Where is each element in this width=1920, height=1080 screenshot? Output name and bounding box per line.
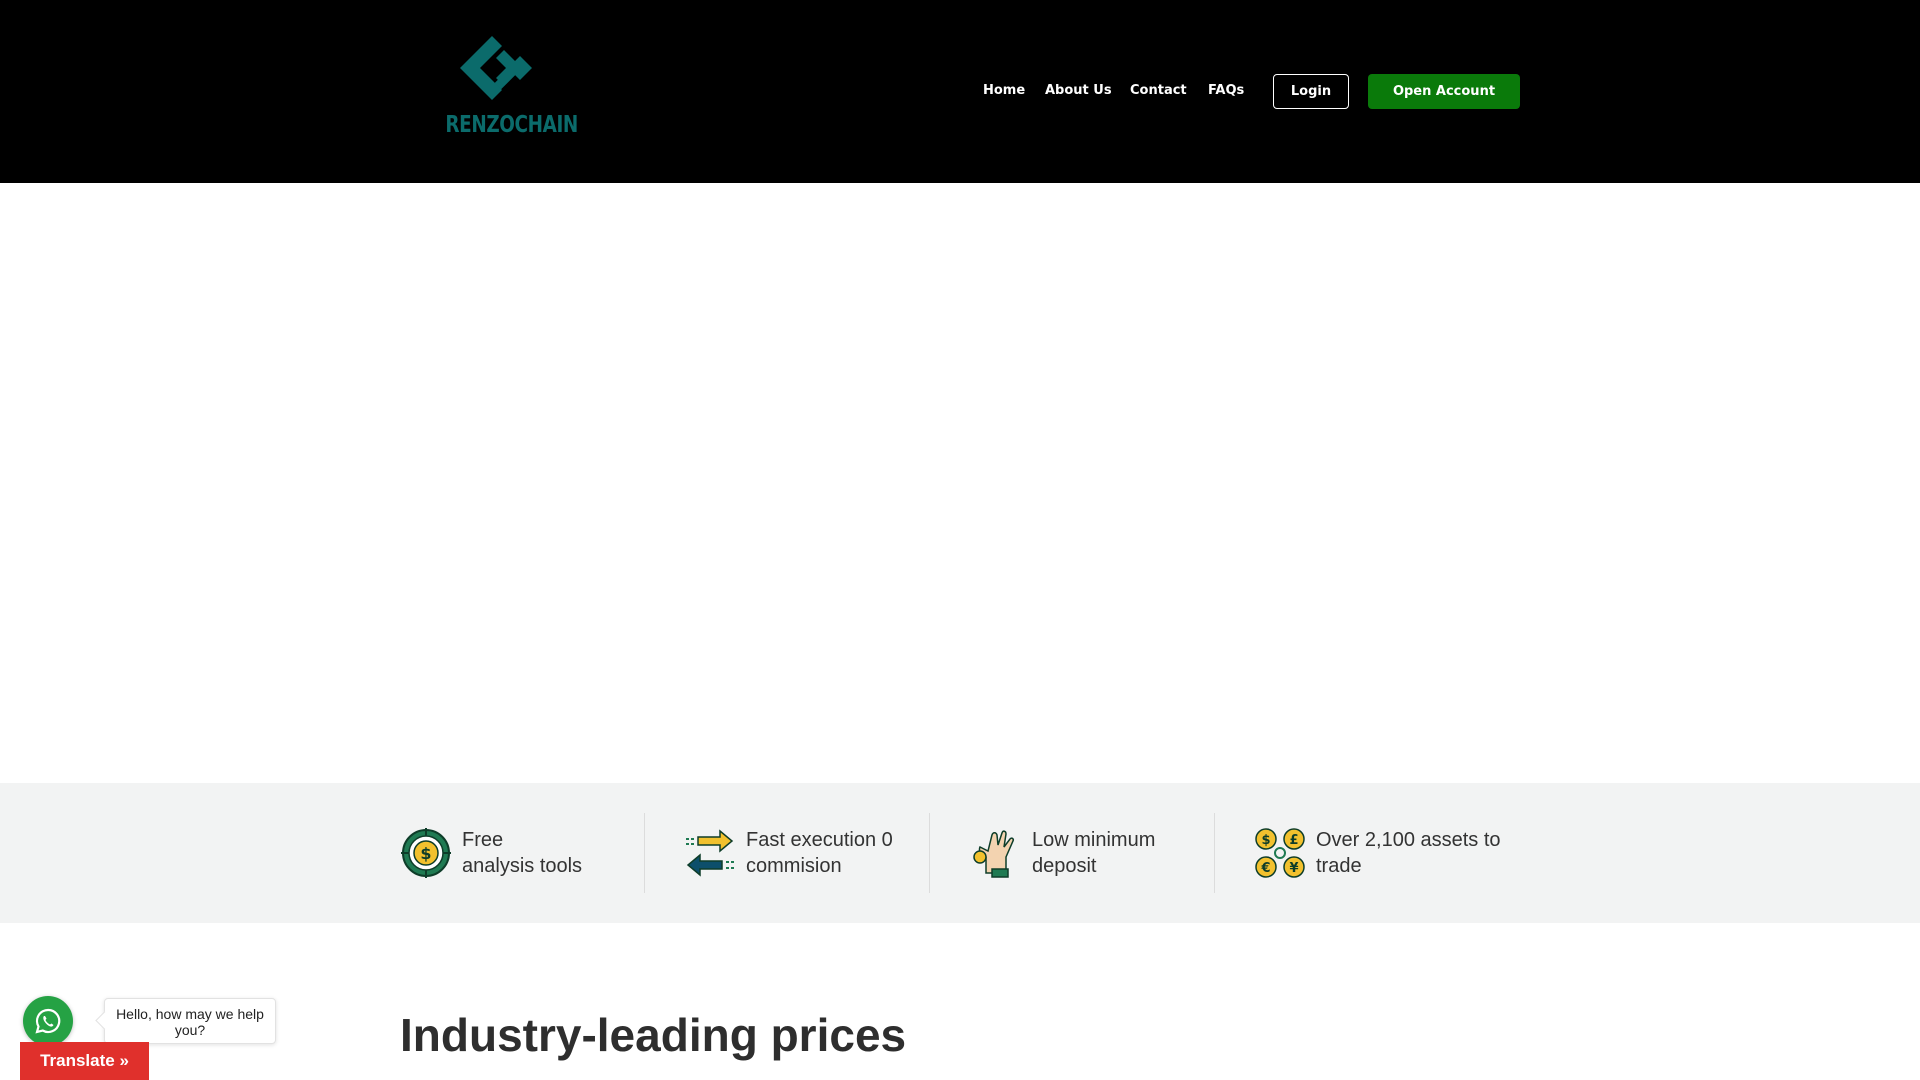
hero-section [0, 183, 1920, 783]
feature-divider [644, 813, 645, 893]
svg-text:$: $ [1261, 833, 1270, 848]
whatsapp-icon [35, 1008, 61, 1034]
feature-free-analysis: $ Free analysis tools [400, 821, 582, 885]
feature-line1: Low minimum [1032, 829, 1156, 851]
dollar-target-icon: $ [401, 828, 451, 878]
nav-faqs[interactable]: FAQs [1208, 83, 1244, 98]
svg-text:¥: ¥ [1289, 861, 1298, 876]
features-bar: $ Free analysis tools Fast execution 0 c… [0, 783, 1920, 923]
feature-low-deposit: Low minimum deposit [970, 821, 1155, 885]
nav-contact[interactable]: Contact [1130, 83, 1187, 98]
open-account-button[interactable]: Open Account [1368, 74, 1520, 109]
feature-line2: trade [1316, 855, 1362, 877]
nav-about-us[interactable]: About Us [1045, 83, 1112, 98]
svg-text:£: £ [1289, 833, 1298, 848]
feature-line1: Over 2,100 assets to [1316, 829, 1501, 851]
whatsapp-button[interactable] [23, 996, 73, 1046]
svg-text:$: $ [420, 844, 431, 863]
feature-line1: Free [462, 829, 504, 851]
svg-text:€: € [1260, 861, 1270, 876]
feature-divider [929, 813, 930, 893]
feature-line2: analysis tools [462, 855, 583, 877]
translate-button[interactable]: Translate » [20, 1042, 149, 1080]
whatsapp-greeting-bubble[interactable]: Hello, how may we help you? [104, 998, 276, 1044]
brand-name: RENZOCHAIN [445, 112, 578, 138]
feature-fast-execution: Fast execution 0 commision [684, 821, 893, 885]
site-header: RENZOCHAIN Home About Us Contact FAQs Lo… [0, 0, 1920, 183]
nav-home[interactable]: Home [983, 83, 1025, 98]
feature-line2: commision [746, 855, 842, 877]
feature-line1: Fast execution 0 [746, 829, 893, 851]
section-title: Industry-leading prices [400, 1009, 907, 1061]
feature-divider [1214, 813, 1215, 893]
currency-coins-icon: $ £ € ¥ [1255, 828, 1305, 878]
login-button[interactable]: Login [1273, 74, 1349, 109]
feature-line2: deposit [1032, 855, 1097, 877]
brand-logo[interactable]: RENZOCHAIN [432, 30, 578, 146]
hand-coin-icon [973, 830, 1014, 878]
feature-assets: $ £ € ¥ Over 2,100 assets to trade [1254, 821, 1501, 885]
exchange-arrows-icon [686, 829, 734, 877]
renzochain-logo-icon [460, 36, 532, 100]
